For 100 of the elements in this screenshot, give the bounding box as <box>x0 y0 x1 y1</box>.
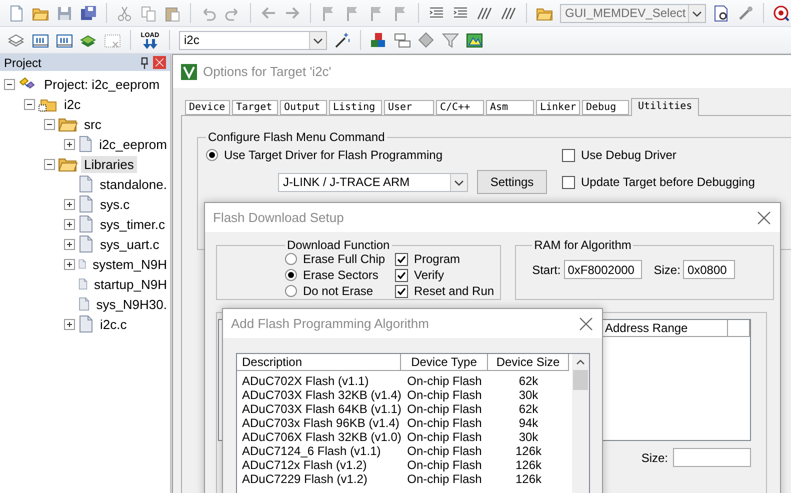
tree-item[interactable]: sys_uart.c <box>97 236 162 252</box>
pin-icon[interactable] <box>140 56 149 68</box>
table-cell-text: ADuC7124_6 Flash (v1.1) <box>241 444 382 458</box>
close-icon <box>155 58 164 67</box>
radio-option[interactable]: Erase Full Chip <box>285 252 385 266</box>
collapse-toggle[interactable] <box>44 118 55 130</box>
group-title: RAM for Algorithm <box>533 238 632 252</box>
tree-item[interactable]: system_N9H <box>90 256 170 272</box>
funnel-icon[interactable] <box>442 32 459 48</box>
table-cell-text: 94k <box>518 416 540 430</box>
expand-toggle[interactable] <box>64 138 75 150</box>
tab[interactable]: Listing <box>329 100 382 115</box>
tree-item[interactable]: sys_timer.c <box>97 216 168 232</box>
table-cell-text: 30k <box>518 388 540 402</box>
table-cell-text: On-chip Flash <box>406 472 483 486</box>
paste-icon[interactable] <box>164 4 181 22</box>
radio-option[interactable]: Use Target Driver for Flash Programming <box>206 148 562 162</box>
window-title: Options for Target 'i2c' <box>203 64 332 79</box>
scroll-up-icon[interactable] <box>576 358 585 367</box>
radio-option[interactable]: Erase Sectors <box>285 268 385 282</box>
checkbox-option[interactable]: Use Debug Driver <box>562 148 755 162</box>
blocks-icon[interactable] <box>370 32 387 48</box>
scrollbar-thumb[interactable] <box>573 370 588 390</box>
column-header[interactable]: Description <box>237 354 401 371</box>
tab[interactable]: Output <box>280 100 327 115</box>
radio-option[interactable]: Do not Erase <box>285 284 385 298</box>
stack-icon[interactable] <box>8 32 25 48</box>
expand-toggle[interactable] <box>64 238 75 250</box>
document-search-icon[interactable] <box>713 4 730 22</box>
magic-wand-icon[interactable] <box>334 32 351 48</box>
column-header[interactable]: Address Range <box>600 320 728 337</box>
table-cell-text: On-chip Flash <box>406 458 483 472</box>
field-label: Size: <box>654 262 680 276</box>
tab[interactable]: Device <box>185 100 230 115</box>
column-header[interactable] <box>728 320 750 337</box>
expand-toggle[interactable] <box>64 318 75 330</box>
collapse-toggle[interactable] <box>24 98 35 110</box>
table-cell-text: 126k <box>514 472 543 486</box>
tree-item[interactable]: sys_N9H30. <box>93 296 170 312</box>
tree-item[interactable]: i2c.c <box>97 316 130 332</box>
table-cell-text: On-chip Flash <box>406 388 483 402</box>
folder-icon <box>58 156 78 172</box>
checkbox-option[interactable]: Reset and Run <box>395 284 494 298</box>
file-icon <box>78 315 94 333</box>
size-field[interactable]: 0x0800 <box>683 260 736 279</box>
tree-item[interactable]: startup_N9H <box>91 276 170 292</box>
column-header[interactable]: Device Size <box>488 354 569 371</box>
table-cell-text: On-chip Flash <box>406 416 483 430</box>
tree-item[interactable]: i2c_eeprom <box>96 136 170 152</box>
save-all-icon[interactable] <box>80 4 97 22</box>
tree-item[interactable]: Libraries <box>81 156 137 172</box>
collapse-toggle[interactable] <box>4 78 15 90</box>
tree-item[interactable]: src <box>81 116 104 132</box>
tree-item[interactable]: sys.c <box>97 196 133 212</box>
tab[interactable]: Utilities <box>631 98 699 116</box>
download-icon[interactable] <box>56 32 73 48</box>
chip-icon[interactable] <box>466 32 483 48</box>
expand-toggle[interactable] <box>64 198 75 210</box>
driver-dropdown[interactable]: J-LINK / J-TRACE ARM <box>278 172 468 192</box>
target-dropdown[interactable]: i2c <box>179 30 327 50</box>
table-cell-text: ADuC703X Flash 64KB (v1.1) <box>241 402 401 416</box>
cut-icon[interactable] <box>116 4 133 22</box>
column-header[interactable]: Device Type <box>401 354 488 371</box>
expand-toggle[interactable] <box>64 258 75 270</box>
tab[interactable]: Asm <box>486 100 534 115</box>
settings-button[interactable]: Settings <box>477 170 547 194</box>
tree-item[interactable]: standalone. <box>96 176 170 192</box>
file-icon <box>78 235 94 253</box>
tab[interactable]: User <box>384 100 434 115</box>
debug-icon[interactable] <box>773 4 790 22</box>
checkbox-option[interactable]: Update Target before Debugging <box>562 175 755 189</box>
close-icon <box>579 316 593 330</box>
size-field[interactable] <box>673 448 751 467</box>
tab[interactable]: C/C++ <box>436 100 484 115</box>
wrench-icon[interactable] <box>737 4 754 22</box>
tab[interactable]: Debug <box>582 100 629 115</box>
checkbox-option[interactable]: Program <box>395 252 494 266</box>
expand-toggle[interactable] <box>64 218 75 230</box>
tab[interactable]: Linker <box>536 100 580 115</box>
table-cell-text: ADuC703X Flash 32KB (v1.4) <box>241 388 401 402</box>
windows-icon[interactable] <box>394 32 411 48</box>
tree-item[interactable]: Project: i2c_eeprom <box>41 76 163 92</box>
start-address-field[interactable]: 0xF8002000 <box>564 260 642 279</box>
diamond-icon[interactable] <box>418 32 435 48</box>
tree-item[interactable]: i2c <box>61 96 84 112</box>
collapse-toggle[interactable] <box>44 158 55 170</box>
tab[interactable]: Target <box>232 100 278 115</box>
table-cell-text: 126k <box>514 444 543 458</box>
close-button[interactable] <box>153 56 166 69</box>
table-cell-text: 30k <box>518 430 540 444</box>
group-title: Configure Flash Menu Command <box>207 130 386 144</box>
file-icon <box>78 135 94 153</box>
download-icon[interactable] <box>32 32 49 48</box>
table-cell-text: On-chip Flash <box>406 430 483 444</box>
scrollbar[interactable] <box>572 354 589 493</box>
table-cell-text: 62k <box>518 374 540 388</box>
checkbox-option[interactable]: Verify <box>395 268 494 282</box>
new-file-icon[interactable] <box>8 4 25 22</box>
file-icon <box>78 175 94 193</box>
field-label: Start: <box>532 262 561 276</box>
